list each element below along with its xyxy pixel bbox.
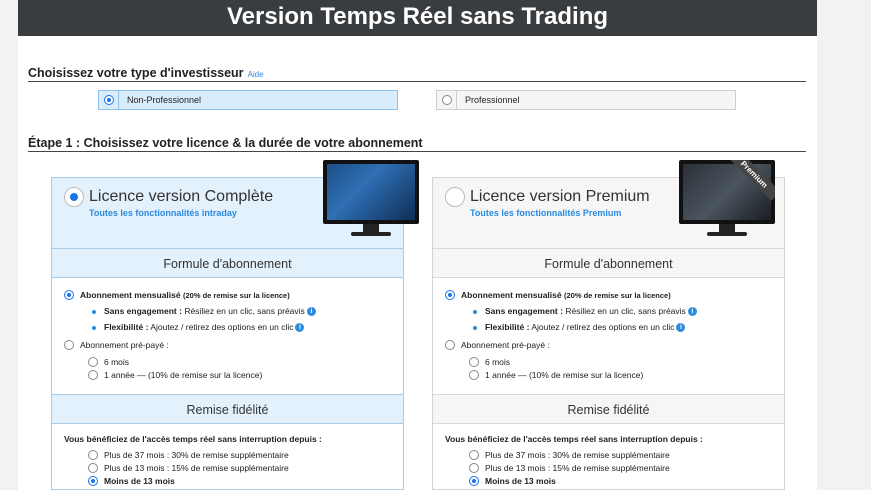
no-commitment-line: Sans engagement : Résiliez en un clic, s…	[104, 306, 316, 317]
bullet-icon	[473, 326, 477, 330]
divider	[28, 81, 806, 82]
monthly-option: Abonnement mensualisé (20% de remise sur…	[80, 290, 290, 300]
loyalty-13-label: Plus de 13 mois : 15% de remise suppléme…	[104, 463, 289, 473]
prepaid-6-label: 6 mois	[485, 357, 511, 367]
pro-radio[interactable]	[442, 95, 452, 105]
license-complete-radio[interactable]	[64, 187, 84, 207]
no-commitment-line: Sans engagement : Résiliez en un clic, s…	[485, 306, 697, 317]
prepaid-year-label: 1 année — (10% de remise sur la licence)	[485, 370, 644, 380]
info-icon[interactable]: i	[687, 307, 697, 317]
flexibility-line: Flexibilité : Ajoutez / retirez des opti…	[104, 322, 305, 333]
loyalty-less-label: Moins de 13 mois	[104, 476, 175, 486]
license-title: Licence version Complète	[89, 188, 274, 205]
radio-cell	[99, 91, 119, 109]
info-icon[interactable]: i	[676, 323, 686, 333]
step1-heading: Étape 1 : Choisissez votre licence & la …	[28, 136, 423, 150]
prepaid-year-radio[interactable]	[469, 370, 479, 380]
page-title: Version Temps Réel sans Trading	[18, 0, 817, 36]
loyalty-13-radio[interactable]	[469, 463, 479, 473]
loyalty-intro: Vous bénéficiez de l'accès temps réel sa…	[445, 434, 703, 444]
bullet-icon	[92, 310, 96, 314]
prepaid-year-radio[interactable]	[88, 370, 98, 380]
bullet-icon	[92, 326, 96, 330]
non-pro-radio[interactable]	[104, 95, 114, 105]
license-premium-radio[interactable]	[445, 187, 465, 207]
radio-cell	[437, 91, 457, 109]
bullet-icon	[473, 310, 477, 314]
prepaid-radio[interactable]	[64, 340, 74, 350]
monthly-radio[interactable]	[64, 290, 74, 300]
investor-heading: Choisissez votre type d'investisseur Aide	[28, 66, 264, 80]
loyalty-37-label: Plus de 37 mois : 30% de remise suppléme…	[104, 450, 289, 460]
info-icon[interactable]: i	[295, 323, 305, 333]
loyalty-heading: Remise fidélité	[52, 394, 403, 424]
loyalty-less-label: Moins de 13 mois	[485, 476, 556, 486]
prepaid-label: Abonnement pré-payé :	[80, 340, 169, 350]
flexibility-line: Flexibilité : Ajoutez / retirez des opti…	[485, 322, 686, 333]
loyalty-heading: Remise fidélité	[433, 394, 784, 424]
license-card-complete[interactable]: Licence version Complète Toutes les fonc…	[51, 160, 419, 490]
license-subtitle: Toutes les fonctionnalités intraday	[89, 208, 237, 218]
info-icon[interactable]: i	[306, 307, 316, 317]
loyalty-intro: Vous bénéficiez de l'accès temps réel sa…	[64, 434, 322, 444]
prepaid-year-label: 1 année — (10% de remise sur la licence)	[104, 370, 263, 380]
formula-heading: Formule d'abonnement	[433, 248, 784, 278]
divider	[28, 151, 806, 152]
loyalty-37-radio[interactable]	[88, 450, 98, 460]
card-header: Licence version Complète Toutes les fonc…	[52, 160, 419, 248]
formula-heading: Formule d'abonnement	[52, 248, 403, 278]
monthly-option: Abonnement mensualisé (20% de remise sur…	[461, 290, 671, 300]
loyalty-13-radio[interactable]	[88, 463, 98, 473]
license-title: Licence version Premium	[470, 188, 650, 205]
loyalty-13-label: Plus de 13 mois : 15% de remise suppléme…	[485, 463, 670, 473]
monitor-image	[323, 160, 419, 242]
monitor-image: Premium	[679, 160, 775, 242]
license-card-premium[interactable]: Licence version Premium Toutes les fonct…	[432, 160, 785, 490]
monthly-radio[interactable]	[445, 290, 455, 300]
prepaid-radio[interactable]	[445, 340, 455, 350]
non-pro-label: Non-Professionnel	[127, 95, 202, 105]
prepaid-6-radio[interactable]	[469, 357, 479, 367]
license-subtitle: Toutes les fonctionnalités Premium	[470, 208, 622, 218]
loyalty-37-label: Plus de 37 mois : 30% de remise suppléme…	[485, 450, 670, 460]
prepaid-label: Abonnement pré-payé :	[461, 340, 550, 350]
prepaid-6-label: 6 mois	[104, 357, 130, 367]
investor-option-non-pro[interactable]: Non-Professionnel	[98, 90, 398, 110]
pro-label: Professionnel	[465, 95, 520, 105]
card-header: Licence version Premium Toutes les fonct…	[433, 160, 784, 248]
loyalty-less-radio[interactable]	[469, 476, 479, 486]
investor-heading-text: Choisissez votre type d'investisseur	[28, 66, 244, 80]
investor-option-pro[interactable]: Professionnel	[436, 90, 736, 110]
loyalty-37-radio[interactable]	[469, 450, 479, 460]
prepaid-6-radio[interactable]	[88, 357, 98, 367]
help-link[interactable]: Aide	[248, 70, 264, 79]
loyalty-less-radio[interactable]	[88, 476, 98, 486]
